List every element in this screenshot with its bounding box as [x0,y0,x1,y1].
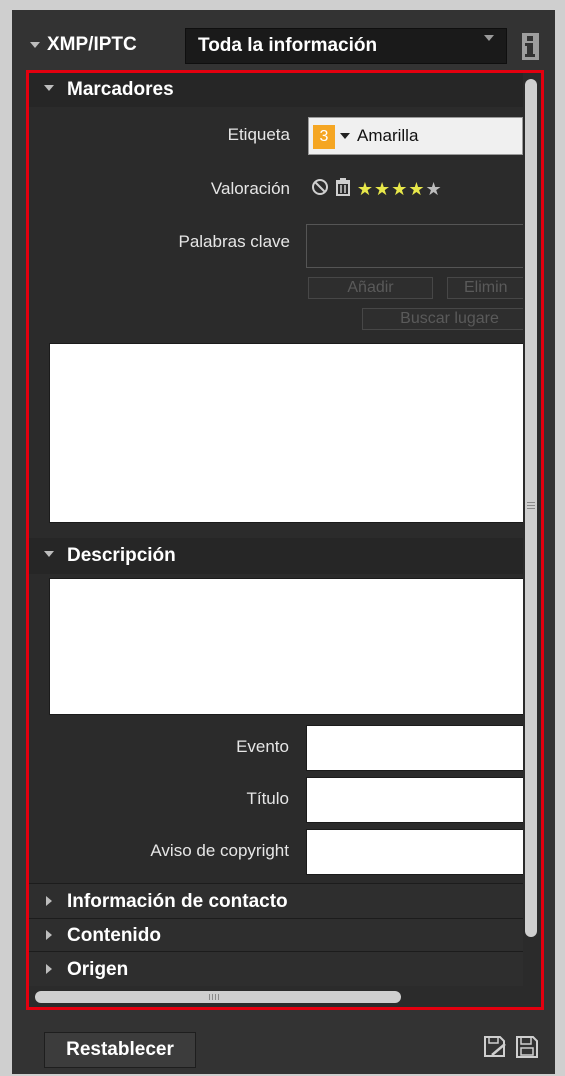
dropdown-caret-icon [484,35,494,41]
title-label: Título [246,789,289,808]
keywords-list[interactable] [49,343,536,523]
label-number-badge: 3 [313,125,335,149]
description-textarea[interactable] [49,578,536,715]
event-label: Evento [236,737,289,756]
section-title-origin: Origen [67,959,129,980]
star-rating: ★★★★★ [357,179,443,200]
add-keyword-button[interactable]: Añadir [308,277,433,299]
star-icon[interactable]: ★ [425,179,441,200]
find-places-button[interactable]: Buscar lugare [362,308,537,330]
scroll-grip [209,994,210,1000]
section-header-content[interactable]: Contenido [29,919,523,951]
save-icon[interactable] [514,1034,540,1060]
display-filter-value: Toda la información [198,35,378,56]
label-field-label: Etiqueta [227,125,290,144]
panel-title: XMP/IPTC [47,34,137,55]
dropdown-caret-icon [340,133,350,139]
no-rating-icon[interactable] [310,177,330,202]
section-header-contact[interactable]: Información de contacto [29,884,523,918]
label-select[interactable]: 3 Amarilla [308,117,523,155]
star-icon[interactable]: ★ [357,179,373,200]
display-filter-select[interactable]: Toda la información [185,28,507,64]
scroll-grip [218,994,219,1000]
keywords-input[interactable] [306,224,536,268]
expand-arrow-icon [44,551,54,557]
section-header-origin[interactable]: Origen [29,952,523,986]
scroll-grip [212,994,213,1000]
scroll-grip [527,508,535,509]
rating-control[interactable]: ★★★★★ [310,177,443,203]
collapsed-arrow-icon [46,964,52,974]
section-title-description: Descripción [67,545,176,566]
scroll-grip [215,994,216,1000]
section-title-markers: Marcadores [67,79,174,100]
star-icon[interactable]: ★ [408,179,424,200]
section-title-contact: Información de contacto [67,891,288,912]
reject-icon[interactable] [334,177,352,202]
label-value: Amarilla [357,126,419,145]
rating-label: Valoración [210,179,290,198]
event-input[interactable] [306,725,536,771]
save-metadata-icon[interactable] [482,1034,508,1060]
copyright-label: Aviso de copyright [150,841,289,860]
star-icon[interactable]: ★ [391,179,407,200]
metadata-content-area: Marcadores Etiqueta 3 Amarilla Valoració… [26,70,544,1010]
collapsed-arrow-icon [46,896,52,906]
scroll-grip [527,502,535,503]
section-header-description[interactable]: Descripción [29,538,523,574]
section-header-markers[interactable]: Marcadores [29,73,523,107]
expand-arrow-icon [44,85,54,91]
collapse-arrow-icon[interactable] [30,42,40,48]
copyright-input[interactable] [306,829,536,875]
title-input[interactable] [306,777,536,823]
scroll-grip [527,505,535,506]
info-icon[interactable] [516,30,544,62]
reset-button[interactable]: Restablecer [44,1032,196,1068]
keywords-label: Palabras clave [178,232,290,251]
star-icon[interactable]: ★ [374,179,390,200]
section-title-content: Contenido [67,925,161,946]
collapsed-arrow-icon [46,930,52,940]
